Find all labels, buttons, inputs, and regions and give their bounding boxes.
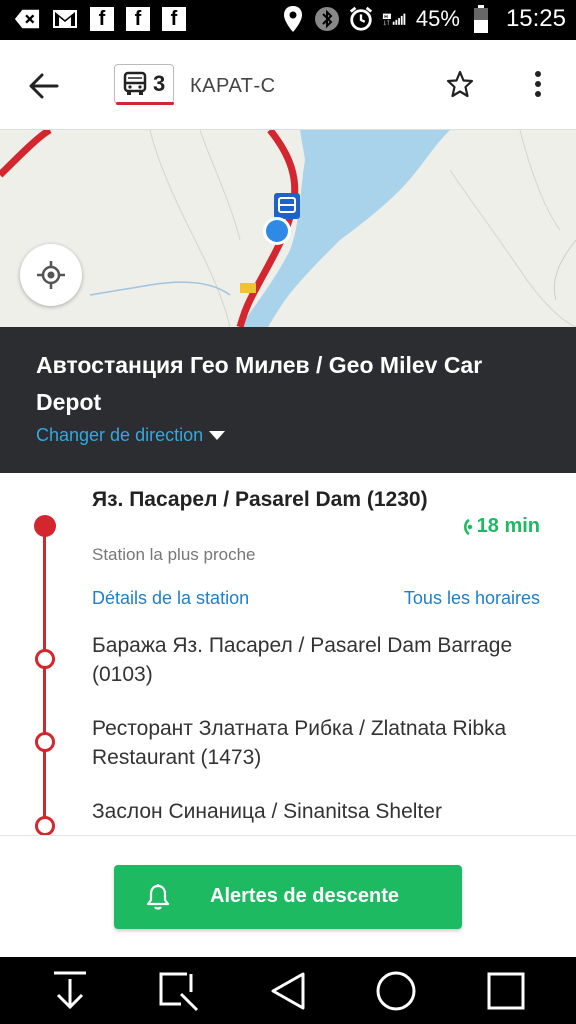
- back-nav-button[interactable]: [266, 969, 310, 1013]
- stop-marker: [35, 732, 55, 752]
- svg-text:H: H: [384, 14, 388, 20]
- notifications-nav-button[interactable]: [48, 969, 92, 1013]
- stop-name[interactable]: Ресторант Златната Рибка / Zlatnata Ribk…: [92, 714, 542, 772]
- location-icon: [280, 6, 306, 32]
- facebook-icon: f: [162, 7, 186, 31]
- capture-icon: [159, 972, 199, 1012]
- home-nav-button[interactable]: [374, 969, 418, 1013]
- station-details-link[interactable]: Détails de la station: [92, 588, 249, 609]
- my-location-button[interactable]: [20, 244, 82, 306]
- back-button[interactable]: [22, 64, 66, 108]
- route-number: 3: [153, 71, 166, 96]
- route-timeline: [43, 525, 46, 835]
- clock: 15:25: [505, 5, 566, 32]
- square-recents-icon: [487, 972, 525, 1010]
- crosshair-icon: [37, 261, 65, 289]
- change-direction-label: Changer de direction: [36, 425, 204, 445]
- stop-name[interactable]: Баража Яз. Пасарел / Pasarel Dam Barrage…: [92, 631, 542, 689]
- battery-percent: 45%: [415, 6, 460, 31]
- current-stop-marker: [34, 515, 56, 537]
- stops-list[interactable]: Яз. Пасарел / Pasarel Dam (1230) Station…: [0, 473, 576, 835]
- bus-icon: [123, 71, 147, 95]
- arrow-left-icon: [29, 73, 59, 99]
- triangle-back-icon: [271, 972, 305, 1010]
- gmail-icon: [52, 6, 78, 32]
- stop-marker: [35, 649, 55, 669]
- star-icon: [446, 70, 474, 98]
- triangle-down-icon: [209, 431, 226, 440]
- favorite-button[interactable]: [440, 64, 480, 104]
- download-arrow-icon: [54, 971, 86, 1010]
- capture-nav-button[interactable]: [156, 969, 200, 1013]
- app-bar: 3 КАРАТ-С: [0, 40, 576, 130]
- facebook-icon: f: [90, 7, 114, 31]
- action-area: Alertes de descente: [0, 835, 576, 957]
- alighting-alerts-label: Alertes de descente: [210, 885, 399, 907]
- all-timetables-link[interactable]: Tous les horaires: [404, 588, 540, 609]
- station-title: Автостанция Гео Милев / Geo Milev Car De…: [36, 352, 483, 415]
- battery-icon: [468, 5, 494, 33]
- bell-icon: [146, 884, 170, 910]
- current-stop-name[interactable]: Яз. Пасарел / Pasarel Dam (1230): [92, 485, 432, 514]
- system-nav-bar: [0, 957, 576, 1024]
- more-vertical-icon: [535, 71, 541, 97]
- map-canvas: [0, 130, 576, 327]
- route-underline: [116, 102, 174, 105]
- eta-text: 18 min: [476, 515, 540, 537]
- nearest-station-label: Station la plus proche: [92, 545, 256, 564]
- alighting-alerts-button[interactable]: Alertes de descente: [114, 865, 462, 929]
- more-options-button[interactable]: [520, 64, 556, 104]
- status-bar: f f f H 45% 15:25: [0, 0, 576, 40]
- signal-icon: H: [382, 6, 408, 32]
- stop-name[interactable]: Заслон Синаница / Sinanitsa Shelter: [92, 797, 542, 826]
- stop-marker: [35, 816, 55, 835]
- recents-nav-button[interactable]: [484, 969, 528, 1013]
- change-direction-link[interactable]: Changer de direction: [36, 425, 226, 446]
- eta-badge: 18 min: [459, 515, 540, 538]
- circle-home-icon: [376, 971, 416, 1011]
- realtime-signal-icon: [463, 518, 472, 535]
- station-header: Автостанция Гео Милев / Geo Milev Car De…: [0, 327, 576, 473]
- facebook-icon: f: [126, 7, 150, 31]
- bluetooth-icon: [314, 6, 340, 32]
- route-map[interactable]: [0, 130, 576, 327]
- route-badge[interactable]: 3: [114, 64, 175, 104]
- line-name: КАРАТ-С: [190, 75, 276, 97]
- back-icon: [14, 6, 40, 32]
- alarm-icon: [348, 6, 374, 32]
